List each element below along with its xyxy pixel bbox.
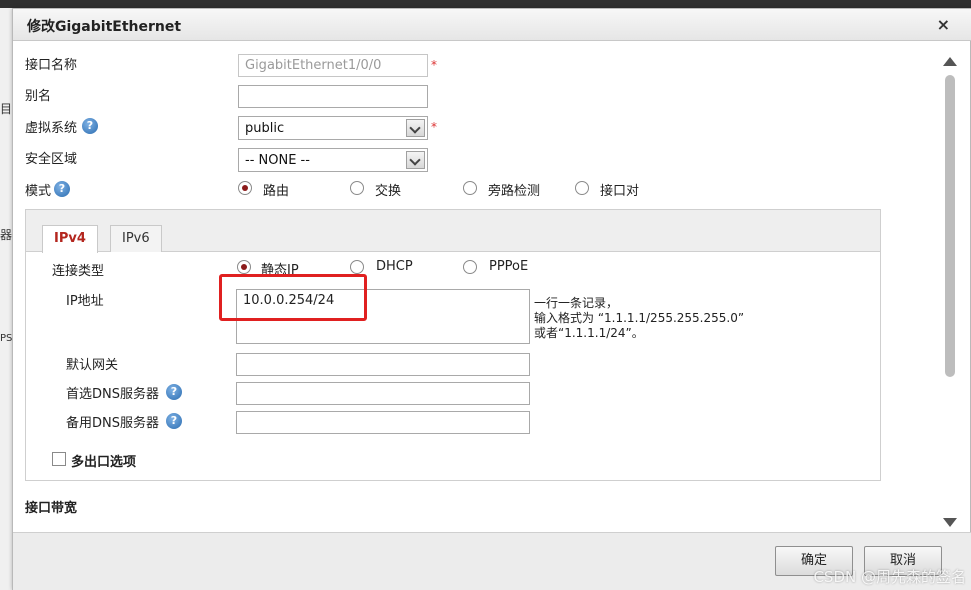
mode-label: 模式 (25, 184, 52, 199)
background-page-edge: 目 器 PS (0, 8, 12, 590)
scroll-up-icon[interactable] (943, 57, 957, 66)
dns2-label: 备用DNS服务器 (66, 416, 159, 431)
gateway-label: 默认网关 (66, 358, 119, 373)
multi-exit-label: 多出口选项 (71, 455, 137, 470)
background-header-strip (0, 0, 971, 8)
dns1-field[interactable] (236, 382, 530, 405)
help-icon[interactable]: ? (166, 384, 182, 400)
conn-type-radio-dhcp[interactable] (350, 260, 364, 274)
hint-line: 或者“1.1.1.1/24”。 (534, 326, 644, 340)
iface-name-field[interactable] (238, 54, 428, 77)
help-icon[interactable]: ? (82, 118, 98, 134)
dns1-label: 首选DNS服务器 (66, 387, 159, 402)
edit-interface-dialog: 修改GigabitEthernet × 接口名称 * 别名 虚拟系统 ? pub… (12, 8, 971, 590)
mode-option-label: 路由 (263, 184, 290, 199)
mode-radio-route[interactable] (238, 181, 252, 195)
multi-exit-checkbox[interactable] (52, 452, 66, 466)
vsys-select-value: public (245, 121, 285, 136)
tab-ipv6[interactable]: IPv6 (110, 225, 162, 252)
zone-select-value: -- NONE -- (245, 153, 310, 168)
dns2-field[interactable] (236, 411, 530, 434)
dialog-footer: 确定 取消 CSDN @周先森的签名 (13, 532, 971, 590)
zone-label: 安全区域 (25, 152, 78, 167)
conn-type-radio-pppoe[interactable] (463, 260, 477, 274)
required-mark: * (431, 120, 437, 134)
watermark-text: CSDN @周先森的签名 (813, 568, 966, 586)
vsys-label: 虚拟系统 (25, 121, 78, 136)
conn-type-radio-static[interactable] (237, 260, 251, 274)
mode-radio-iface-pair[interactable] (575, 181, 589, 195)
scroll-thumb[interactable] (945, 75, 955, 377)
hint-line: 一行一条记录， (534, 296, 619, 310)
background-char: 器 (0, 228, 13, 242)
mode-radio-bypass[interactable] (463, 181, 477, 195)
scroll-down-icon[interactable] (943, 518, 957, 527)
bandwidth-section-label: 接口带宽 (25, 501, 78, 516)
dialog-scrollbar[interactable] (943, 51, 957, 527)
chevron-down-icon[interactable] (406, 151, 425, 169)
vsys-select[interactable]: public (238, 116, 428, 140)
ip-format-hint: 一行一条记录， 输入格式为 “1.1.1.1/255.255.255.0” 或者… (534, 296, 744, 341)
dialog-titlebar: 修改GigabitEthernet × (13, 9, 971, 41)
ip-tab-bar: IPv4 IPv6 (26, 210, 880, 253)
ip-config-panel: IPv4 IPv6 连接类型 静态IP DHCP PPPoE IP地址 10.0… (25, 209, 881, 481)
required-mark: * (431, 58, 437, 72)
help-icon[interactable]: ? (54, 181, 70, 197)
conn-type-label: 连接类型 (52, 264, 105, 279)
dialog-title: 修改GigabitEthernet (27, 19, 182, 35)
mode-option-label: 交换 (375, 184, 402, 199)
zone-select[interactable]: -- NONE -- (238, 148, 428, 172)
conn-type-option-label: PPPoE (489, 259, 529, 274)
ip-address-label: IP地址 (66, 294, 104, 309)
tab-ipv4[interactable]: IPv4 (42, 225, 98, 253)
help-icon[interactable]: ? (166, 413, 182, 429)
gateway-field[interactable] (236, 353, 530, 376)
background-char: PS (0, 333, 13, 344)
mode-option-label: 旁路检测 (488, 184, 541, 199)
background-char: 目 (0, 102, 13, 116)
mode-radio-switch[interactable] (350, 181, 364, 195)
alias-label: 别名 (25, 89, 52, 104)
alias-field[interactable] (238, 85, 428, 108)
close-icon[interactable]: × (937, 15, 950, 34)
highlight-annotation-box (219, 274, 367, 321)
mode-option-label: 接口对 (600, 184, 640, 199)
conn-type-option-label: DHCP (376, 259, 413, 274)
chevron-down-icon[interactable] (406, 119, 425, 137)
hint-line: 输入格式为 “1.1.1.1/255.255.255.0” (534, 311, 745, 325)
iface-name-label: 接口名称 (25, 58, 78, 73)
